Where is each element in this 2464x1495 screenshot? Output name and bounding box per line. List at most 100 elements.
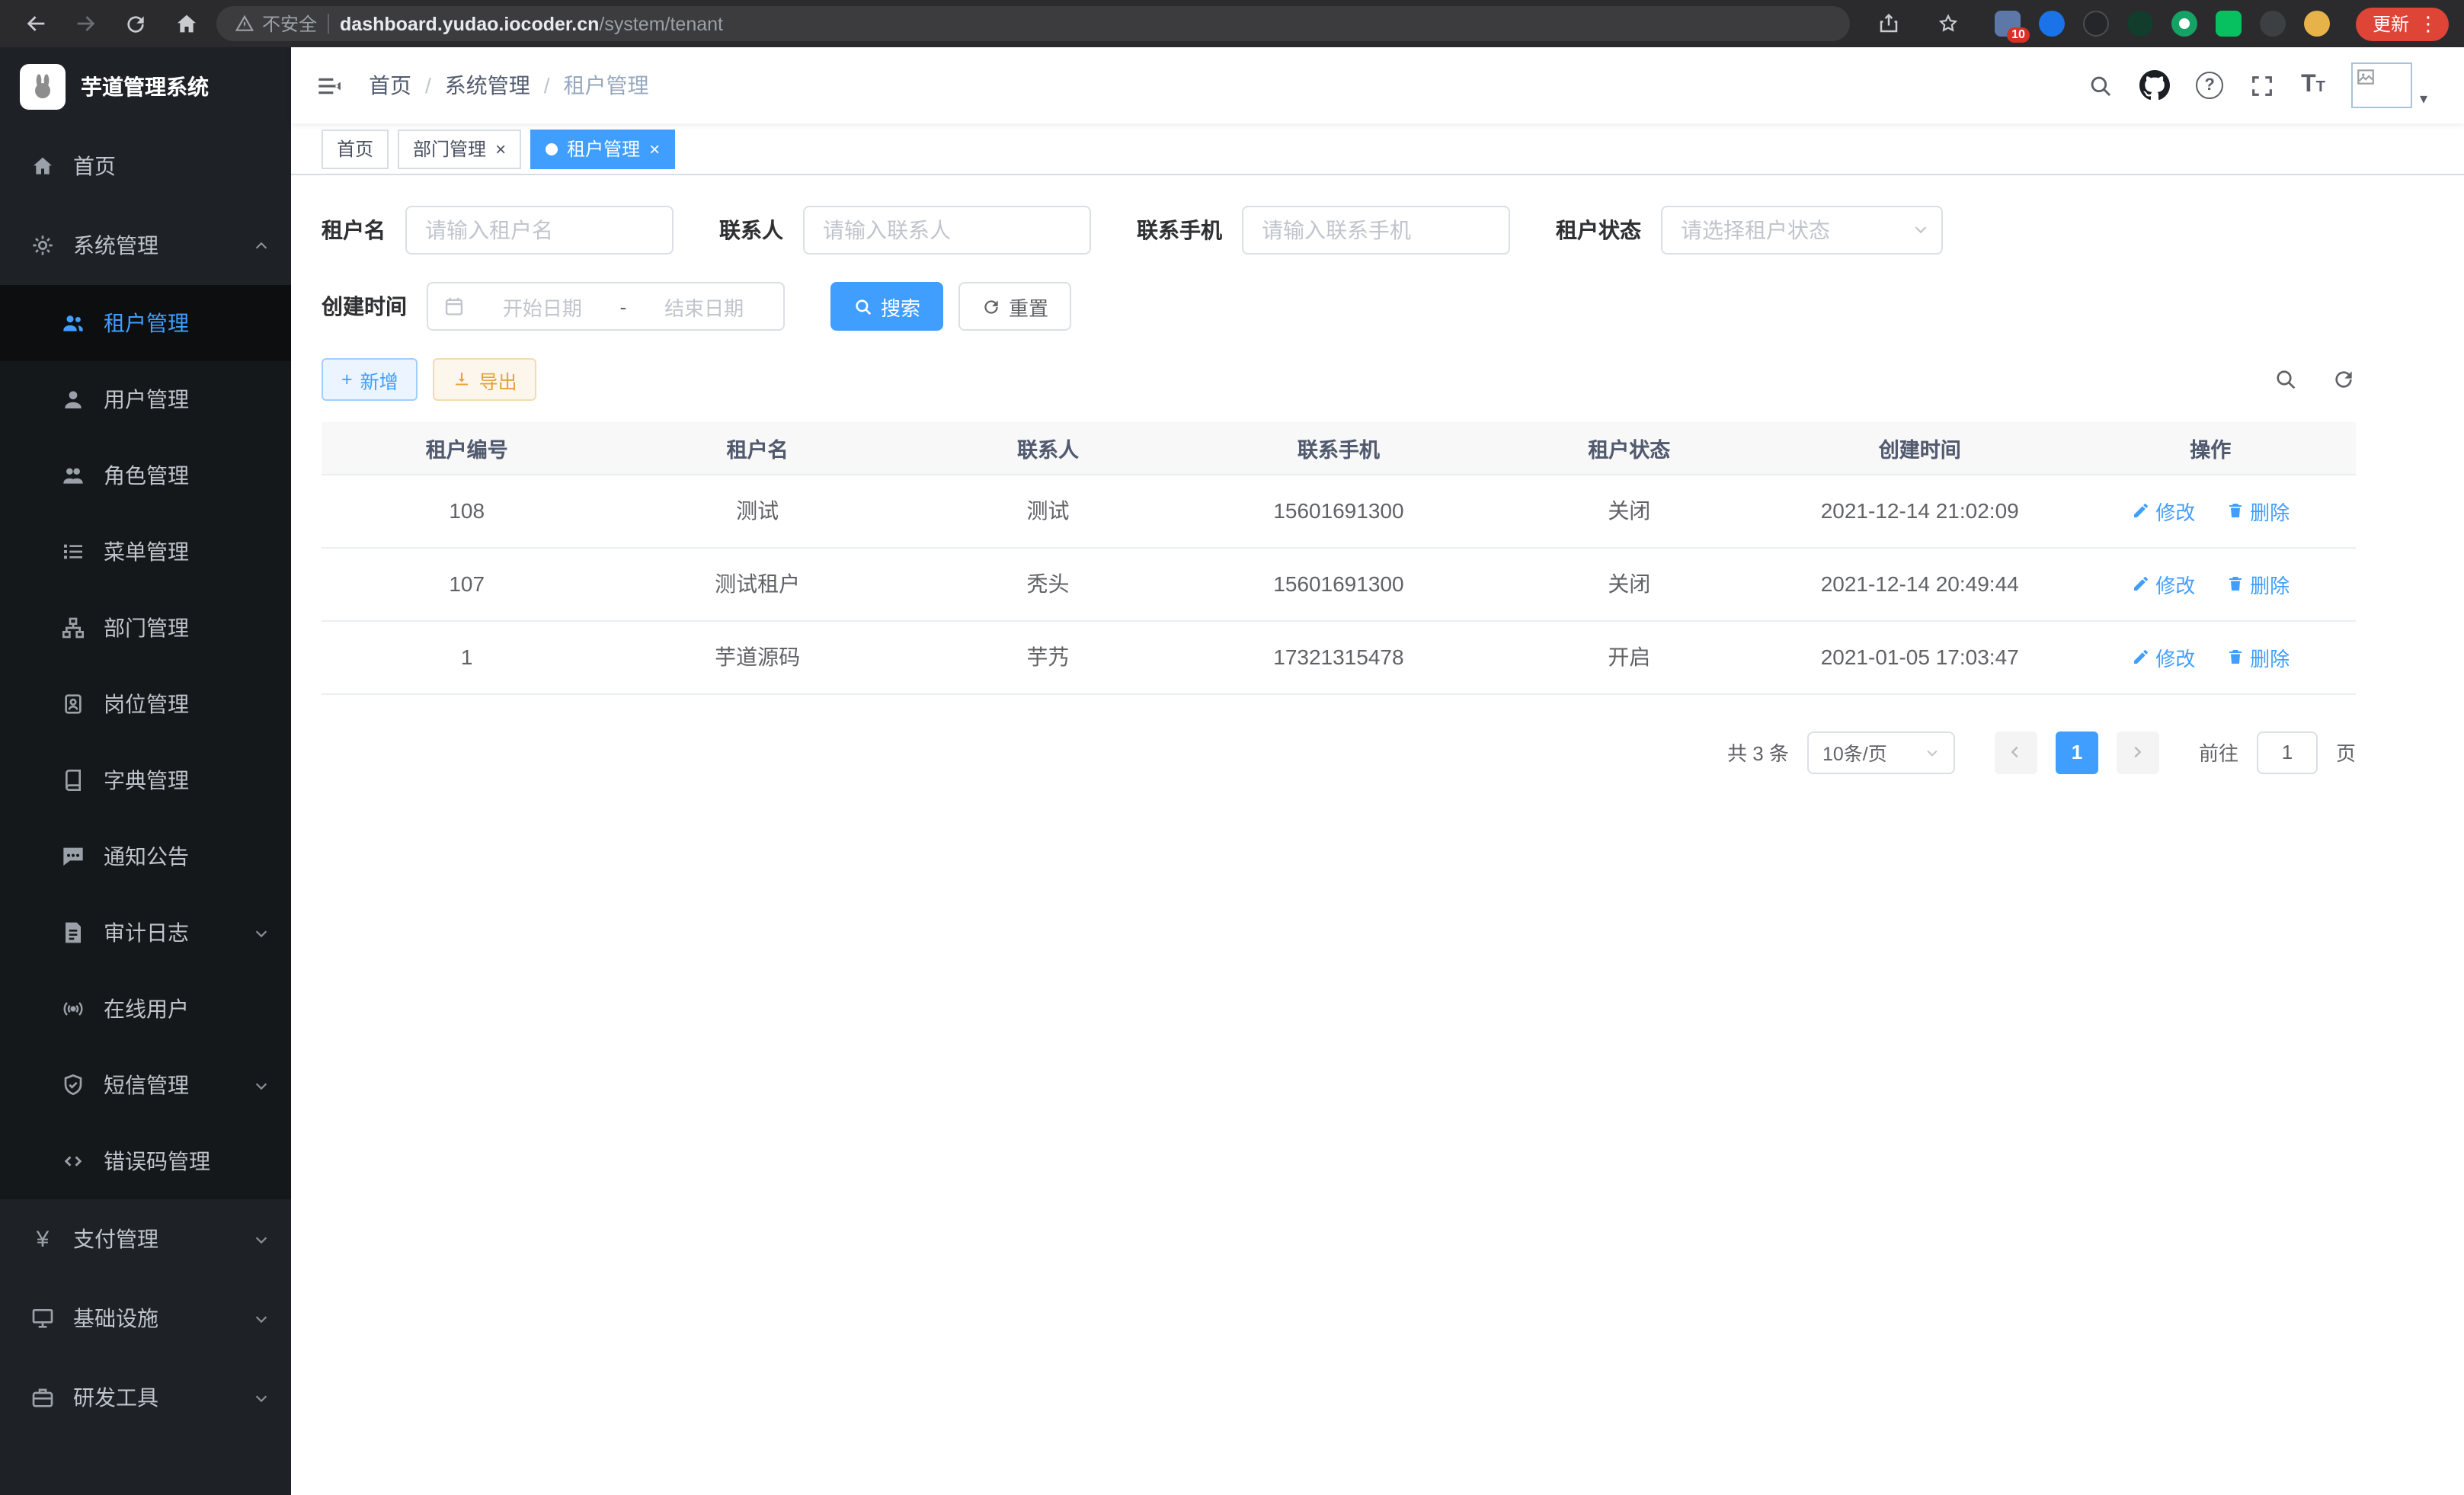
github-icon[interactable] (2139, 70, 2170, 101)
status-select[interactable] (1661, 206, 1943, 255)
tab-close-icon[interactable]: × (495, 139, 506, 158)
cell-phone: 17321315478 (1273, 645, 1403, 669)
column-header-contact: 联系人 (903, 422, 1193, 474)
sidebar-item-menu[interactable]: 菜单管理 (0, 514, 291, 590)
sidebar-item-user[interactable]: 用户管理 (0, 361, 291, 437)
sidebar-item-devtools[interactable]: 研发工具 (0, 1358, 291, 1437)
trash-icon (2226, 575, 2244, 593)
sidebar-item-label: 基础设施 (73, 1303, 158, 1333)
cell-created: 2021-12-14 21:02:09 (1821, 498, 2019, 523)
column-header-created: 创建时间 (1774, 422, 2065, 474)
filter-create-time: 创建时间 开始日期 - 结束日期 (322, 282, 785, 331)
extension-icon-7[interactable] (2260, 11, 2286, 37)
sidebar-item-sms[interactable]: 短信管理 (0, 1047, 291, 1123)
breadcrumb-home[interactable]: 首页 (369, 70, 411, 101)
delete-button[interactable]: 删除 (2226, 569, 2290, 598)
phone-input[interactable] (1242, 206, 1510, 255)
tab-close-icon[interactable]: × (649, 139, 660, 158)
browser-reload-icon[interactable] (116, 4, 155, 43)
export-button[interactable]: 导出 (434, 358, 537, 401)
tenant-name-input[interactable] (405, 206, 674, 255)
contact-input[interactable] (803, 206, 1091, 255)
date-range-picker[interactable]: 开始日期 - 结束日期 (427, 282, 785, 331)
sidebar-item-home[interactable]: 首页 (0, 126, 291, 206)
extension-icon-6[interactable] (2216, 11, 2242, 37)
extension-icon-3[interactable] (2083, 11, 2109, 37)
font-size-icon[interactable]: TT (2301, 72, 2325, 99)
sidebar-item-infra[interactable]: 基础设施 (0, 1279, 291, 1358)
status-badge: 开启 (1608, 645, 1650, 669)
user-avatar[interactable]: ▾ (2351, 62, 2427, 108)
reset-button[interactable]: 重置 (958, 282, 1071, 331)
edit-pencil-icon (2131, 648, 2149, 666)
refresh-table-icon[interactable] (2331, 367, 2356, 392)
active-tab-dot (546, 142, 558, 155)
sidebar-item-dict[interactable]: 字典管理 (0, 742, 291, 818)
search-button[interactable]: 搜索 (830, 282, 943, 331)
chevron-up-icon (253, 237, 270, 254)
filter-row-2: 创建时间 开始日期 - 结束日期 搜索 重置 (322, 282, 2356, 331)
tab-dept[interactable]: 部门管理 × (398, 129, 521, 168)
avatar-broken-image (2351, 62, 2412, 108)
filter-row-1: 租户名 联系人 联系手机 租户状态 (322, 206, 2356, 255)
page-size-select[interactable]: 10条/页 (1807, 731, 1955, 773)
tab-home[interactable]: 首页 (322, 129, 389, 168)
add-button[interactable]: + 新增 (322, 358, 418, 401)
sidebar-item-system[interactable]: 系统管理 (0, 206, 291, 285)
filter-label: 创建时间 (322, 291, 407, 322)
sidebar-item-online-user[interactable]: 在线用户 (0, 971, 291, 1047)
sidebar-item-error-code[interactable]: 错误码管理 (0, 1123, 291, 1199)
status-select-input[interactable] (1661, 206, 1943, 255)
sidebar-item-label: 审计日志 (104, 917, 189, 948)
date-end-placeholder: 结束日期 (640, 292, 768, 321)
online-signal-icon (61, 997, 85, 1021)
browser-forward-icon[interactable] (66, 4, 105, 43)
search-icon (853, 296, 873, 316)
extension-icon-1[interactable]: 10 (1995, 11, 2021, 37)
extension-icon-2[interactable] (2039, 11, 2065, 37)
sidebar-item-role[interactable]: 角色管理 (0, 437, 291, 514)
bookmark-star-icon[interactable] (1929, 4, 1969, 43)
extension-icon-4[interactable] (2127, 11, 2153, 37)
extension-icon-5[interactable] (2171, 11, 2197, 37)
address-bar[interactable]: 不安全 dashboard.yudao.iocoder.cn/system/te… (216, 6, 1850, 41)
goto-page-input[interactable] (2257, 731, 2318, 773)
delete-button[interactable]: 删除 (2226, 642, 2290, 671)
breadcrumb-system[interactable]: 系统管理 (445, 70, 530, 101)
current-page-button[interactable]: 1 (2056, 731, 2098, 773)
notice-bubble-icon (61, 844, 85, 869)
delete-button[interactable]: 删除 (2226, 496, 2290, 525)
sidebar-item-notice[interactable]: 通知公告 (0, 818, 291, 895)
edit-button[interactable]: 修改 (2131, 569, 2195, 598)
sidebar-item-dept[interactable]: 部门管理 (0, 590, 291, 666)
next-page-button[interactable] (2117, 731, 2159, 773)
sidebar-collapse-icon[interactable] (314, 71, 343, 100)
browser-update-button[interactable]: 更新 ⋮ (2356, 7, 2449, 40)
browser-back-icon[interactable] (15, 4, 55, 43)
browser-home-icon[interactable] (166, 4, 206, 43)
update-label: 更新 (2373, 11, 2409, 37)
chevron-down-icon (253, 1389, 270, 1406)
sidebar-logo[interactable]: 芋道管理系统 (0, 47, 291, 126)
browser-menu-dots-icon[interactable]: ⋮ (2418, 11, 2438, 36)
trash-icon (2226, 648, 2244, 666)
toggle-search-icon[interactable] (2274, 367, 2298, 392)
sidebar-item-pay[interactable]: ¥ 支付管理 (0, 1199, 291, 1279)
extension-icon-8[interactable] (2304, 11, 2330, 37)
share-icon[interactable] (1870, 4, 1909, 43)
sidebar-item-post[interactable]: 岗位管理 (0, 666, 291, 742)
sidebar-item-audit-log[interactable]: 审计日志 (0, 895, 291, 971)
edit-button[interactable]: 修改 (2131, 496, 2195, 525)
fullscreen-icon[interactable] (2249, 72, 2275, 98)
help-icon[interactable]: ? (2196, 72, 2223, 99)
gear-icon (30, 233, 55, 258)
edit-button[interactable]: 修改 (2131, 642, 2195, 671)
date-start-placeholder: 开始日期 (478, 292, 606, 321)
post-badge-icon (61, 692, 85, 716)
header-search-icon[interactable] (2088, 72, 2114, 98)
address-divider (328, 14, 329, 34)
tab-tenant[interactable]: 租户管理 × (530, 129, 675, 168)
sidebar-item-tenant[interactable]: 租户管理 (0, 285, 291, 361)
prev-page-button[interactable] (1995, 731, 2037, 773)
security-status[interactable]: 不安全 (235, 11, 317, 37)
